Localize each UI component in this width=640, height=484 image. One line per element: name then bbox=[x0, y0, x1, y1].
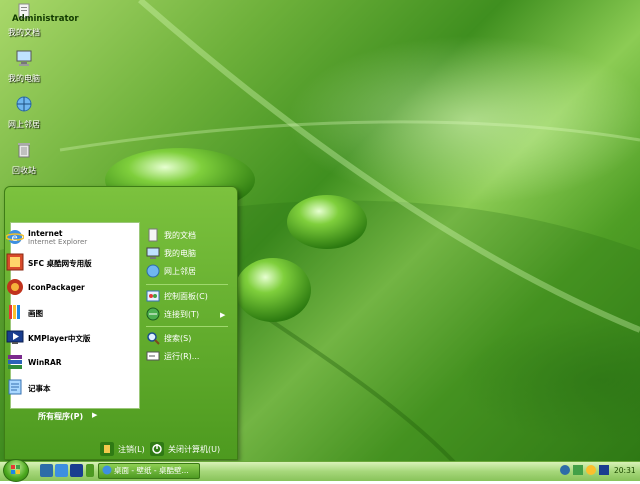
computer-icon bbox=[16, 50, 32, 66]
start-item-notepad[interactable]: 记事本 bbox=[4, 377, 124, 399]
paint-icon bbox=[9, 305, 20, 319]
run-icon bbox=[146, 351, 160, 361]
place-label: 我的电脑 bbox=[164, 249, 196, 258]
internet-explorer-icon: e bbox=[6, 230, 24, 244]
start-item-label: 记事本 bbox=[28, 384, 51, 393]
control-panel-icon bbox=[146, 290, 160, 302]
tray-app-icon[interactable] bbox=[573, 465, 583, 475]
place-label: 连接到(T) bbox=[164, 310, 200, 319]
search-icon bbox=[147, 332, 160, 345]
network-icon bbox=[16, 96, 32, 112]
iconpackager-icon bbox=[7, 279, 23, 295]
start-item-iconpackager[interactable]: IconPackager bbox=[4, 277, 124, 299]
start-item-label: KMPlayer中文版 bbox=[28, 334, 91, 343]
place-label: 我的文档 bbox=[164, 231, 196, 240]
connect-icon bbox=[146, 307, 160, 321]
water-drop bbox=[235, 258, 311, 322]
water-drop bbox=[287, 195, 367, 249]
documents-icon bbox=[148, 228, 158, 242]
start-button[interactable] bbox=[3, 459, 29, 482]
place-label: 运行(R)... bbox=[164, 352, 200, 361]
start-menu-user-name: Administrator bbox=[12, 14, 79, 24]
start-item-label: IconPackager bbox=[28, 283, 85, 292]
menu-separator bbox=[146, 284, 228, 285]
place-label: 网上邻居 bbox=[164, 267, 196, 276]
quicklaunch-player-icon[interactable] bbox=[70, 464, 83, 477]
taskbar-window-label: 桌面 - 壁纸 - 桌酷壁... bbox=[114, 466, 189, 475]
network-icon bbox=[146, 264, 160, 278]
desktop-icon-label: 我的电脑 bbox=[8, 74, 40, 83]
tray-network-icon[interactable] bbox=[560, 465, 570, 475]
tray-monitor-icon[interactable] bbox=[599, 465, 609, 475]
shutdown-label: 关闭计算机(U) bbox=[168, 445, 221, 454]
logoff-icon bbox=[100, 442, 114, 456]
desktop-icon-my-computer[interactable]: 我的电脑 bbox=[2, 48, 46, 84]
start-item-winrar[interactable]: WinRAR bbox=[4, 352, 124, 374]
start-item-paint[interactable]: 画图 bbox=[4, 302, 124, 324]
quicklaunch-expand-icon[interactable] bbox=[86, 464, 94, 477]
menu-separator bbox=[146, 326, 228, 327]
arrow-right-icon: ▶ bbox=[220, 311, 226, 319]
start-item-label: SFC 桌酷网专用版 bbox=[28, 259, 92, 268]
internet-explorer-icon bbox=[102, 465, 112, 475]
start-item-sfc[interactable]: SFC 桌酷网专用版 bbox=[4, 252, 124, 274]
desktop-icon-label: 我的文档 bbox=[8, 28, 40, 37]
quicklaunch-desktop-icon[interactable] bbox=[40, 464, 53, 477]
start-item-sublabel: Internet Explorer bbox=[28, 238, 88, 246]
start-item-internet[interactable]: e Internet Internet Explorer bbox=[4, 227, 124, 249]
place-label: 控制面板(C) bbox=[164, 292, 208, 301]
windows-logo-icon bbox=[11, 465, 20, 474]
start-item-label: 画图 bbox=[28, 309, 43, 318]
desktop-icon-label: 回收站 bbox=[12, 166, 36, 175]
arrow-right-icon: ▶ bbox=[92, 411, 98, 419]
power-icon bbox=[150, 442, 164, 456]
place-label: 搜索(S) bbox=[164, 334, 192, 343]
notepad-icon bbox=[8, 379, 22, 395]
start-item-kmplayer[interactable]: KMPlayer中文版 bbox=[4, 327, 124, 349]
recycle-bin-icon bbox=[18, 143, 30, 158]
svg-text:e: e bbox=[12, 233, 18, 244]
desktop-icon-recycle-bin[interactable]: 回收站 bbox=[2, 140, 46, 176]
desktop-icon-label: 网上邻居 bbox=[8, 120, 40, 129]
quicklaunch-ie-icon[interactable] bbox=[55, 464, 68, 477]
desktop-icon-network[interactable]: 网上邻居 bbox=[2, 94, 46, 130]
winrar-icon bbox=[8, 355, 22, 369]
sfc-icon bbox=[6, 253, 24, 271]
tray-volume-icon[interactable] bbox=[586, 465, 596, 475]
kmplayer-icon bbox=[6, 330, 24, 344]
logoff-label: 注销(L) bbox=[118, 445, 145, 454]
all-programs-button[interactable]: 所有程序(P) bbox=[38, 411, 83, 422]
start-item-label: WinRAR bbox=[28, 358, 62, 367]
computer-icon bbox=[146, 247, 160, 259]
start-item-label: Internet bbox=[28, 229, 63, 238]
taskbar-clock[interactable]: 20:31 bbox=[614, 466, 636, 475]
taskbar bbox=[0, 461, 640, 481]
